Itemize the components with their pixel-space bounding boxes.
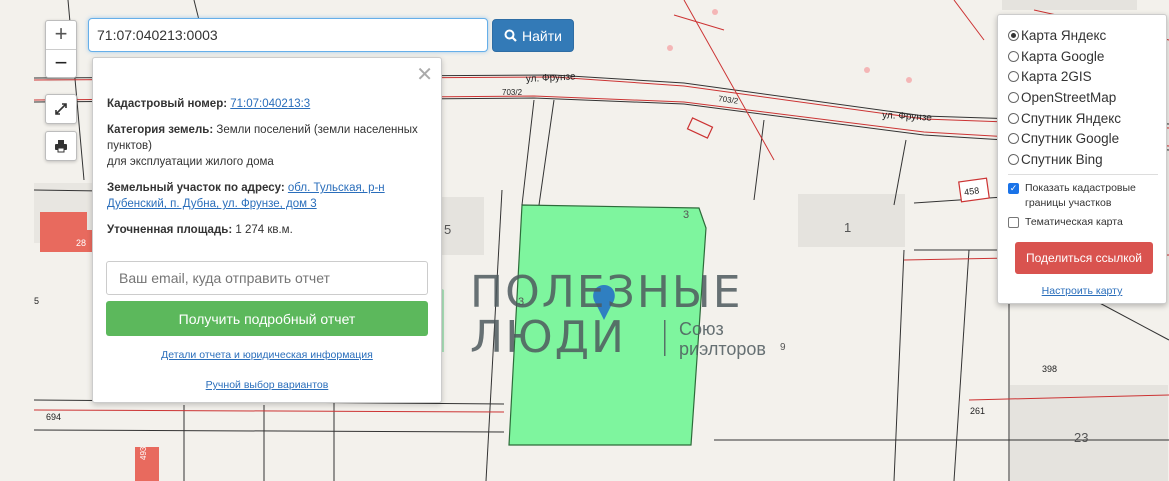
close-icon[interactable]: ✕ — [416, 62, 433, 87]
lot-label: 28 — [76, 238, 86, 248]
parcel-info-panel: ✕ Кадастровый номер: 71:07:040213:3 Кате… — [92, 57, 442, 403]
building — [1002, 0, 1137, 10]
land-usage: для эксплуатации жилого дома — [107, 156, 274, 168]
search-input[interactable] — [88, 18, 488, 52]
house-number: 23 — [1074, 430, 1088, 445]
search-icon — [504, 29, 517, 42]
svg-text:Союз: Союз — [679, 319, 724, 339]
house-number: 5 — [444, 222, 451, 237]
layer-option-label: Карта 2GIS — [1021, 69, 1092, 85]
radio-icon[interactable] — [1008, 50, 1019, 62]
building — [1010, 385, 1168, 481]
checkbox-checked-icon[interactable]: ✓ — [1008, 182, 1019, 194]
radio-icon[interactable] — [1008, 91, 1019, 103]
cadastral-label: Кадастровый номер: — [107, 98, 228, 110]
show-borders-toggle[interactable]: ✓ Показать кадастровые границы участков — [1008, 181, 1158, 211]
radio-icon[interactable] — [1008, 112, 1019, 124]
lot-label: 398 — [1042, 364, 1057, 374]
fullscreen-button[interactable] — [45, 94, 77, 124]
layer-option-label: Карта Google — [1021, 48, 1105, 64]
lot-badge-458: 458 — [958, 177, 990, 203]
show-borders-label: Показать кадастровые границы участков — [1025, 181, 1136, 209]
cadastral-link[interactable]: 71:07:040213:3 — [230, 98, 310, 110]
checkbox-icon[interactable] — [1008, 216, 1019, 228]
layer-option-label: OpenStreetMap — [1021, 89, 1117, 105]
manual-selection-link[interactable]: Ручной выбор вариантов — [206, 379, 329, 391]
address-label: Земельный участок по адресу: — [107, 182, 285, 194]
layer-option-label: Спутник Bing — [1021, 151, 1103, 167]
zoom-out-button[interactable]: − — [46, 49, 76, 78]
thematic-map-toggle[interactable]: Тематическая карта — [1008, 215, 1158, 230]
radio-icon[interactable] — [1008, 71, 1019, 83]
printer-icon — [55, 140, 67, 153]
zoom-in-button[interactable]: + — [46, 21, 76, 49]
category-label: Категория земель: — [107, 124, 214, 136]
area-value: 1 274 кв.м. — [235, 224, 293, 236]
lot-label: 703/2 — [502, 88, 523, 97]
building — [798, 194, 905, 247]
layer-option[interactable]: Спутник Bing — [1008, 149, 1158, 170]
lot-label: 694 — [46, 412, 61, 422]
radio-icon[interactable] — [1008, 29, 1019, 41]
expand-icon — [55, 103, 67, 115]
area-label: Уточненная площадь: — [107, 224, 233, 236]
svg-text:458: 458 — [964, 185, 980, 197]
layer-option-label: Спутник Google — [1021, 131, 1120, 147]
lot-label: 261 — [970, 406, 985, 416]
layer-option[interactable]: Карта Google — [1008, 46, 1158, 67]
zoom-control: + − — [45, 20, 77, 78]
print-button[interactable] — [45, 131, 77, 161]
layer-option[interactable]: Спутник Google — [1008, 128, 1158, 149]
get-report-button[interactable]: Получить подробный отчет — [106, 301, 428, 336]
layer-option[interactable]: OpenStreetMap — [1008, 87, 1158, 108]
layer-option[interactable]: Спутник Яндекс — [1008, 108, 1158, 129]
house-number: 3 — [683, 209, 689, 221]
svg-text:ПОЛЕЗНЫЕ: ПОЛЕЗНЫЕ — [470, 267, 743, 318]
svg-text:ЛЮДИ: ЛЮДИ — [470, 312, 626, 363]
house-number: 1 — [844, 220, 851, 235]
house-number: 9 — [780, 342, 786, 353]
email-field[interactable] — [106, 261, 428, 295]
configure-map-link[interactable]: Настроить карту — [998, 285, 1166, 297]
radio-icon[interactable] — [1008, 153, 1019, 165]
layer-option[interactable]: Карта Яндекс — [1008, 25, 1158, 46]
svg-text:риэлторов: риэлторов — [679, 339, 766, 359]
layer-option-label: Карта Яндекс — [1021, 27, 1107, 43]
lot-label: 5 — [34, 296, 39, 306]
layer-option-label: Спутник Яндекс — [1021, 110, 1122, 126]
share-link-button[interactable]: Поделиться ссылкой — [1015, 242, 1153, 274]
map-layer-panel: Карта Яндекс Карта Google Карта 2GIS OpenSt… — [997, 14, 1167, 304]
search-button[interactable]: Найти — [492, 19, 574, 52]
thematic-map-label: Тематическая карта — [1025, 215, 1123, 228]
lot-label: 493 — [139, 446, 148, 460]
search-button-label: Найти — [522, 27, 562, 44]
report-details-link[interactable]: Детали отчета и юридическая информация — [161, 349, 373, 361]
layer-option[interactable]: Карта 2GIS — [1008, 66, 1158, 87]
radio-icon[interactable] — [1008, 133, 1019, 145]
